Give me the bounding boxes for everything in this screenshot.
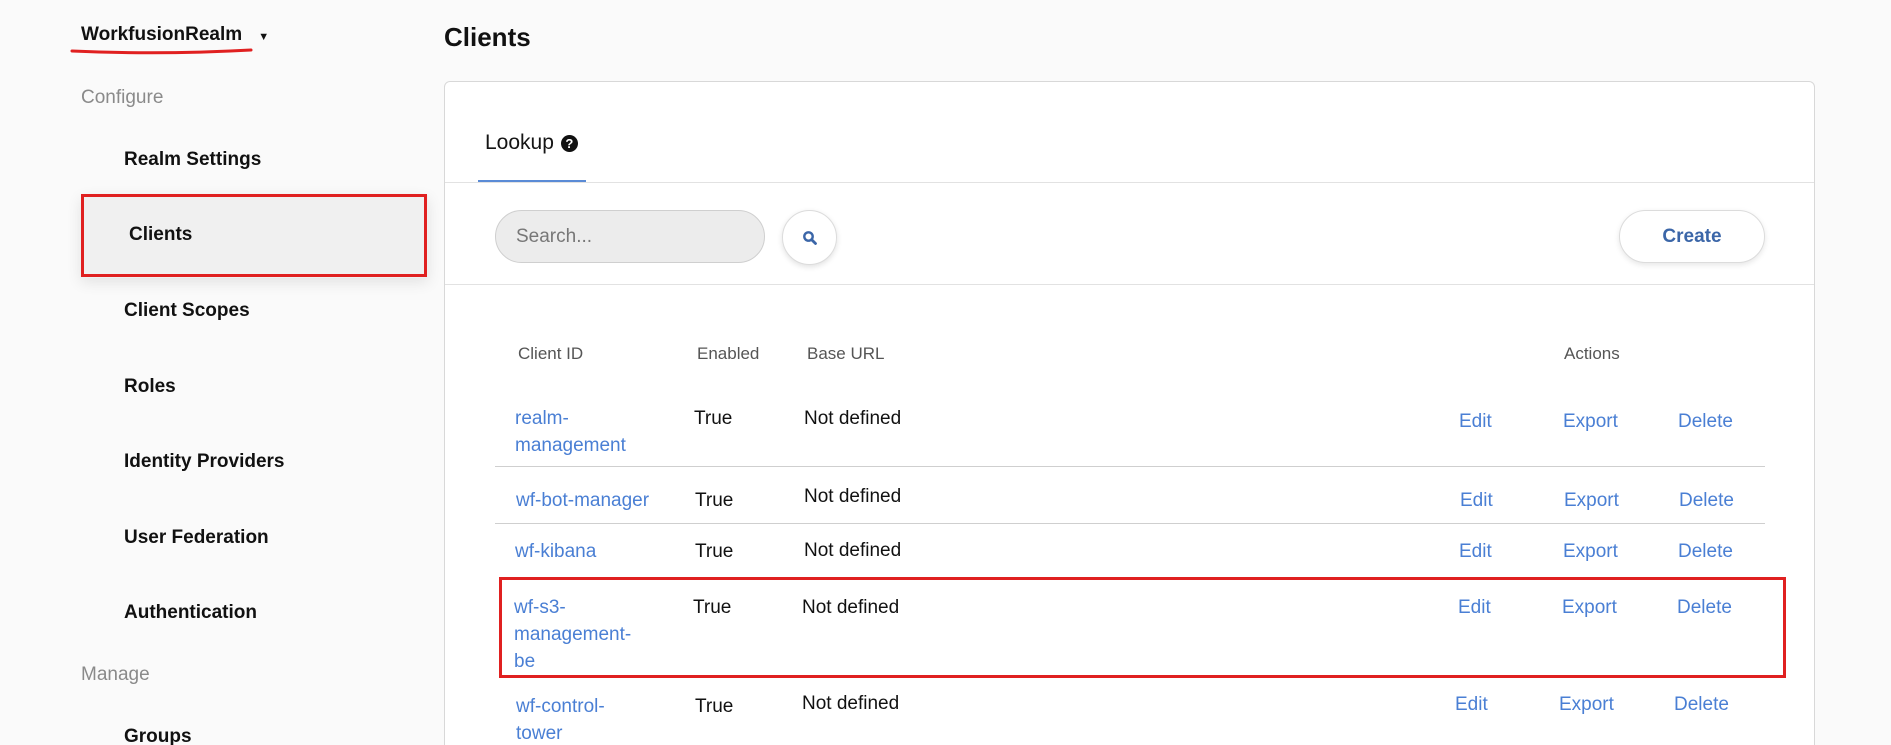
tab-divider — [445, 182, 1814, 183]
base-url-value: Not defined — [802, 693, 900, 714]
delete-link[interactable]: Delete — [1679, 487, 1734, 514]
enabled-value: True — [695, 541, 734, 562]
toolbar-divider — [445, 284, 1814, 285]
annotation-highlight-row — [499, 577, 1786, 678]
annotation-underline — [70, 48, 253, 55]
question-circle-icon[interactable]: ? — [560, 134, 578, 152]
edit-link[interactable]: Edit — [1459, 408, 1492, 435]
column-header-actions: Actions — [1564, 344, 1620, 363]
base-url-value: Not defined — [804, 486, 902, 507]
tab-lookup[interactable]: Lookup ? — [485, 131, 578, 155]
manage-section-label: Manage — [81, 664, 150, 685]
enabled-value: True — [695, 696, 734, 717]
client-id-link[interactable]: realm-management — [515, 405, 655, 459]
sidebar-item-roles[interactable]: Roles — [124, 376, 176, 398]
base-url-value: Not defined — [804, 540, 902, 561]
export-link[interactable]: Export — [1563, 538, 1618, 565]
column-header-base-url[interactable]: Base URL — [807, 344, 884, 364]
base-url-value: Not defined — [804, 408, 902, 429]
enabled-value: True — [694, 408, 733, 429]
sidebar-item-groups[interactable]: Groups — [124, 726, 192, 745]
realm-name: WorkfusionRealm — [81, 24, 243, 45]
delete-link[interactable]: Delete — [1678, 538, 1733, 565]
row-divider — [495, 466, 1765, 467]
edit-link[interactable]: Edit — [1460, 487, 1493, 514]
edit-link[interactable]: Edit — [1459, 538, 1492, 565]
create-button[interactable]: Create — [1619, 210, 1765, 263]
sidebar-item-client-scopes[interactable]: Client Scopes — [124, 300, 250, 322]
export-link[interactable]: Export — [1559, 691, 1614, 718]
client-id-link[interactable]: wf-bot-manager — [516, 487, 696, 514]
search-button[interactable] — [782, 210, 837, 265]
page-title: Clients — [444, 22, 531, 52]
keycloak-admin-page: WorkfusionRealm ▼ Configure Realm Settin… — [0, 0, 1891, 745]
column-header-client-id[interactable]: Client ID — [518, 344, 583, 364]
search-icon — [802, 230, 817, 245]
sidebar-item-authentication[interactable]: Authentication — [124, 602, 257, 624]
client-id-link[interactable]: wf-control-tower — [516, 693, 621, 745]
edit-link[interactable]: Edit — [1455, 691, 1488, 718]
sidebar-item-realm-settings[interactable]: Realm Settings — [124, 149, 261, 171]
search-input[interactable] — [495, 210, 765, 263]
configure-section-label: Configure — [81, 87, 164, 108]
row-divider — [495, 523, 1765, 524]
export-link[interactable]: Export — [1564, 487, 1619, 514]
sidebar-item-identity-providers[interactable]: Identity Providers — [124, 451, 285, 473]
delete-link[interactable]: Delete — [1678, 408, 1733, 435]
client-id-link[interactable]: wf-kibana — [515, 538, 655, 565]
export-link[interactable]: Export — [1563, 408, 1618, 435]
annotation-highlight-clients — [81, 194, 427, 277]
tab-lookup-label: Lookup — [485, 131, 554, 154]
delete-link[interactable]: Delete — [1674, 691, 1729, 718]
caret-down-icon: ▼ — [258, 31, 270, 43]
column-header-enabled[interactable]: Enabled — [697, 344, 759, 364]
sidebar-item-user-federation[interactable]: User Federation — [124, 527, 269, 549]
realm-selector[interactable]: WorkfusionRealm ▼ — [81, 24, 269, 46]
enabled-value: True — [695, 490, 734, 511]
